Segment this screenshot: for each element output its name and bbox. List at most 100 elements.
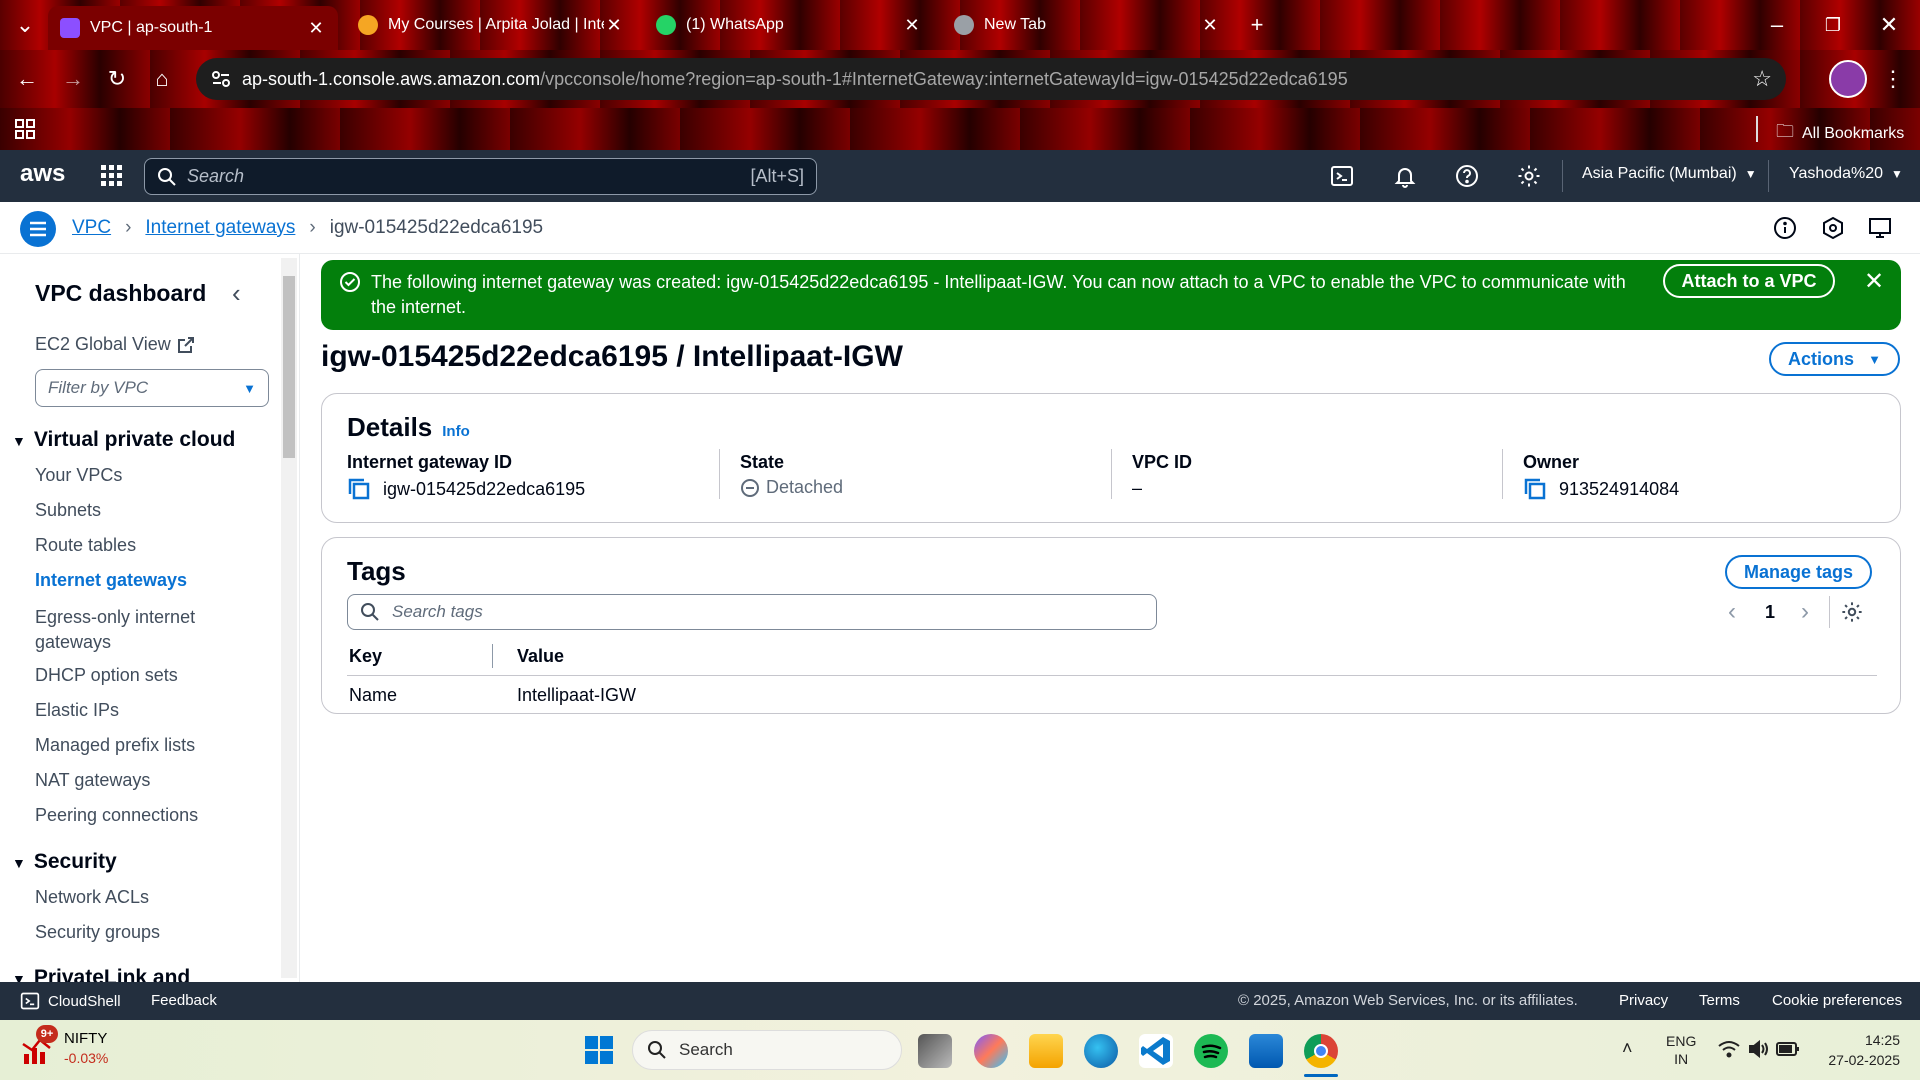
nav-item-peering-connections[interactable]: Peering connections bbox=[35, 805, 198, 826]
collapse-chevron-icon[interactable]: ‹ bbox=[232, 278, 241, 309]
nav-item-your-vpcs[interactable]: Your VPCs bbox=[35, 465, 122, 486]
nav-item-nat-gateways[interactable]: NAT gateways bbox=[35, 770, 150, 791]
nav-item-dhcp-option-sets[interactable]: DHCP option sets bbox=[35, 665, 178, 686]
menu-hamburger-icon[interactable] bbox=[20, 211, 56, 247]
info-circle-icon[interactable] bbox=[1773, 216, 1797, 240]
tags-search-input[interactable]: Search tags bbox=[347, 594, 1157, 630]
feedback-link[interactable]: Feedback bbox=[151, 992, 217, 1009]
actions-dropdown-button[interactable]: Actions ▼ bbox=[1769, 342, 1900, 376]
terms-link[interactable]: Terms bbox=[1699, 992, 1740, 1009]
page-number[interactable]: 1 bbox=[1765, 602, 1775, 623]
wifi-icon[interactable] bbox=[1718, 1040, 1740, 1058]
tab-search-chevron-icon[interactable]: ⌄ bbox=[8, 8, 42, 42]
region-selector[interactable]: Asia Pacific (Mumbai) ▼ bbox=[1582, 165, 1757, 183]
nav-item-subnets[interactable]: Subnets bbox=[35, 500, 101, 521]
caret-down-icon: ▼ bbox=[12, 855, 26, 871]
account-menu[interactable]: Yashoda%20 ▼ bbox=[1789, 165, 1903, 183]
language-indicator[interactable]: ENG IN bbox=[1666, 1032, 1696, 1068]
hexagon-icon[interactable] bbox=[1821, 216, 1845, 240]
prev-page-chevron-icon[interactable]: ‹ bbox=[1728, 598, 1736, 626]
reload-icon[interactable]: ↻ bbox=[100, 62, 134, 96]
dismiss-close-icon[interactable]: ✕ bbox=[1864, 267, 1884, 296]
nav-item-managed-prefix-lists[interactable]: Managed prefix lists bbox=[35, 735, 195, 756]
breadcrumb-vpc[interactable]: VPC bbox=[72, 217, 111, 239]
task-view-icon[interactable] bbox=[918, 1034, 952, 1068]
cloudshell-icon[interactable] bbox=[1330, 164, 1356, 188]
nav-item-network-acls[interactable]: Network ACLs bbox=[35, 887, 149, 908]
close-icon[interactable]: ✕ bbox=[306, 18, 326, 39]
profile-avatar[interactable] bbox=[1829, 60, 1867, 98]
next-page-chevron-icon[interactable]: › bbox=[1801, 598, 1809, 626]
tab-my-courses[interactable]: My Courses | Arpita Jolad | Intel ✕ bbox=[346, 8, 636, 42]
restore-icon[interactable]: ❐ bbox=[1816, 8, 1850, 42]
info-link[interactable]: Info bbox=[442, 423, 470, 440]
home-icon[interactable]: ⌂ bbox=[145, 62, 179, 96]
preferences-gear-icon[interactable] bbox=[1841, 601, 1863, 623]
copy-icon[interactable] bbox=[347, 477, 371, 501]
kebab-menu-icon[interactable]: ⋮ bbox=[1876, 62, 1910, 96]
help-icon[interactable] bbox=[1455, 164, 1481, 188]
nav-section-security[interactable]: ▼ Security bbox=[12, 850, 117, 874]
nav-item-elastic-ips[interactable]: Elastic IPs bbox=[35, 700, 119, 721]
spotify-icon[interactable] bbox=[1194, 1034, 1228, 1068]
nav-item-egress-only-internet-gateways[interactable]: Egress-only internet gateways bbox=[35, 605, 235, 655]
manage-tags-button[interactable]: Manage tags bbox=[1725, 555, 1872, 589]
attach-to-vpc-button[interactable]: Attach to a VPC bbox=[1663, 264, 1835, 298]
close-icon[interactable]: ✕ bbox=[604, 15, 624, 36]
aws-logo[interactable]: aws bbox=[20, 160, 65, 188]
filter-by-vpc-select[interactable]: Filter by VPC ▼ bbox=[35, 369, 269, 407]
minimize-icon[interactable]: – bbox=[1760, 8, 1794, 42]
nav-item-security-groups[interactable]: Security groups bbox=[35, 922, 160, 943]
battery-icon[interactable] bbox=[1776, 1042, 1800, 1056]
microsoft-store-icon[interactable] bbox=[1249, 1034, 1283, 1068]
taskbar-search[interactable]: Search bbox=[632, 1030, 902, 1070]
windows-start-icon[interactable] bbox=[584, 1035, 614, 1065]
clock[interactable]: 14:25 27-02-2025 bbox=[1810, 1030, 1900, 1070]
all-bookmarks[interactable]: 🗀 All Bookmarks bbox=[1776, 119, 1904, 149]
close-icon[interactable]: ✕ bbox=[1200, 15, 1220, 36]
tab-whatsapp[interactable]: (1) WhatsApp ✕ bbox=[644, 8, 934, 42]
volume-icon[interactable] bbox=[1748, 1040, 1770, 1058]
apps-grid-icon[interactable] bbox=[14, 118, 36, 140]
nav-section-privatelink[interactable]: ▼ PrivateLink and bbox=[12, 966, 190, 982]
edge-browser-icon[interactable] bbox=[1084, 1034, 1118, 1068]
back-arrow-icon[interactable]: ← bbox=[10, 62, 44, 96]
bell-icon[interactable] bbox=[1393, 164, 1419, 188]
feedback-monitor-icon[interactable] bbox=[1868, 216, 1892, 240]
nav-item-internet-gateways[interactable]: Internet gateways bbox=[35, 570, 187, 591]
nav-title[interactable]: VPC dashboard bbox=[35, 280, 206, 307]
sidenav-scrollbar[interactable] bbox=[281, 258, 297, 978]
copilot-icon[interactable] bbox=[974, 1034, 1008, 1068]
bookmark-star-icon[interactable]: ☆ bbox=[1752, 66, 1772, 92]
aws-search-bar[interactable]: Search [Alt+S] bbox=[144, 158, 817, 195]
new-tab-plus-icon[interactable]: + bbox=[1240, 8, 1274, 42]
tab-new-tab[interactable]: New Tab ✕ bbox=[942, 8, 1232, 42]
breadcrumb-internet-gateways[interactable]: Internet gateways bbox=[145, 217, 295, 239]
close-icon[interactable]: ✕ bbox=[902, 15, 922, 36]
chrome-icon[interactable] bbox=[1304, 1034, 1338, 1068]
field-label: Internet gateway ID bbox=[347, 452, 513, 472]
services-grid-icon[interactable] bbox=[100, 164, 124, 188]
privacy-link[interactable]: Privacy bbox=[1619, 992, 1668, 1009]
column-header-key[interactable]: Key bbox=[349, 646, 382, 667]
nav-section-virtual-private-cloud[interactable]: ▼ Virtual private cloud bbox=[12, 428, 235, 452]
column-header-value[interactable]: Value bbox=[517, 646, 564, 667]
ec2-global-view-link[interactable]: EC2 Global View bbox=[35, 334, 195, 355]
site-info-icon[interactable] bbox=[210, 68, 232, 90]
region-label: Asia Pacific (Mumbai) bbox=[1582, 165, 1737, 182]
scrollbar-thumb[interactable] bbox=[283, 276, 295, 458]
file-explorer-icon[interactable] bbox=[1029, 1034, 1063, 1068]
settings-gear-icon[interactable] bbox=[1517, 164, 1543, 188]
forward-arrow-icon[interactable]: → bbox=[56, 62, 90, 96]
nav-item-route-tables[interactable]: Route tables bbox=[35, 535, 136, 556]
vscode-icon[interactable] bbox=[1139, 1034, 1173, 1068]
copy-icon[interactable] bbox=[1523, 477, 1547, 501]
address-bar[interactable]: ap-south-1.console.aws.amazon.com/vpccon… bbox=[196, 58, 1786, 100]
cookie-preferences-link[interactable]: Cookie preferences bbox=[1772, 992, 1902, 1009]
chevron-up-icon[interactable]: ˄ bbox=[1622, 1038, 1633, 1059]
column-resizer[interactable] bbox=[492, 644, 493, 668]
tab-vpc[interactable]: VPC | ap-south-1 ✕ bbox=[48, 6, 338, 50]
tab-title: My Courses | Arpita Jolad | Intel bbox=[388, 16, 604, 33]
window-close-icon[interactable]: ✕ bbox=[1872, 8, 1906, 42]
cloudshell-footer-button[interactable]: CloudShell bbox=[20, 991, 121, 1011]
